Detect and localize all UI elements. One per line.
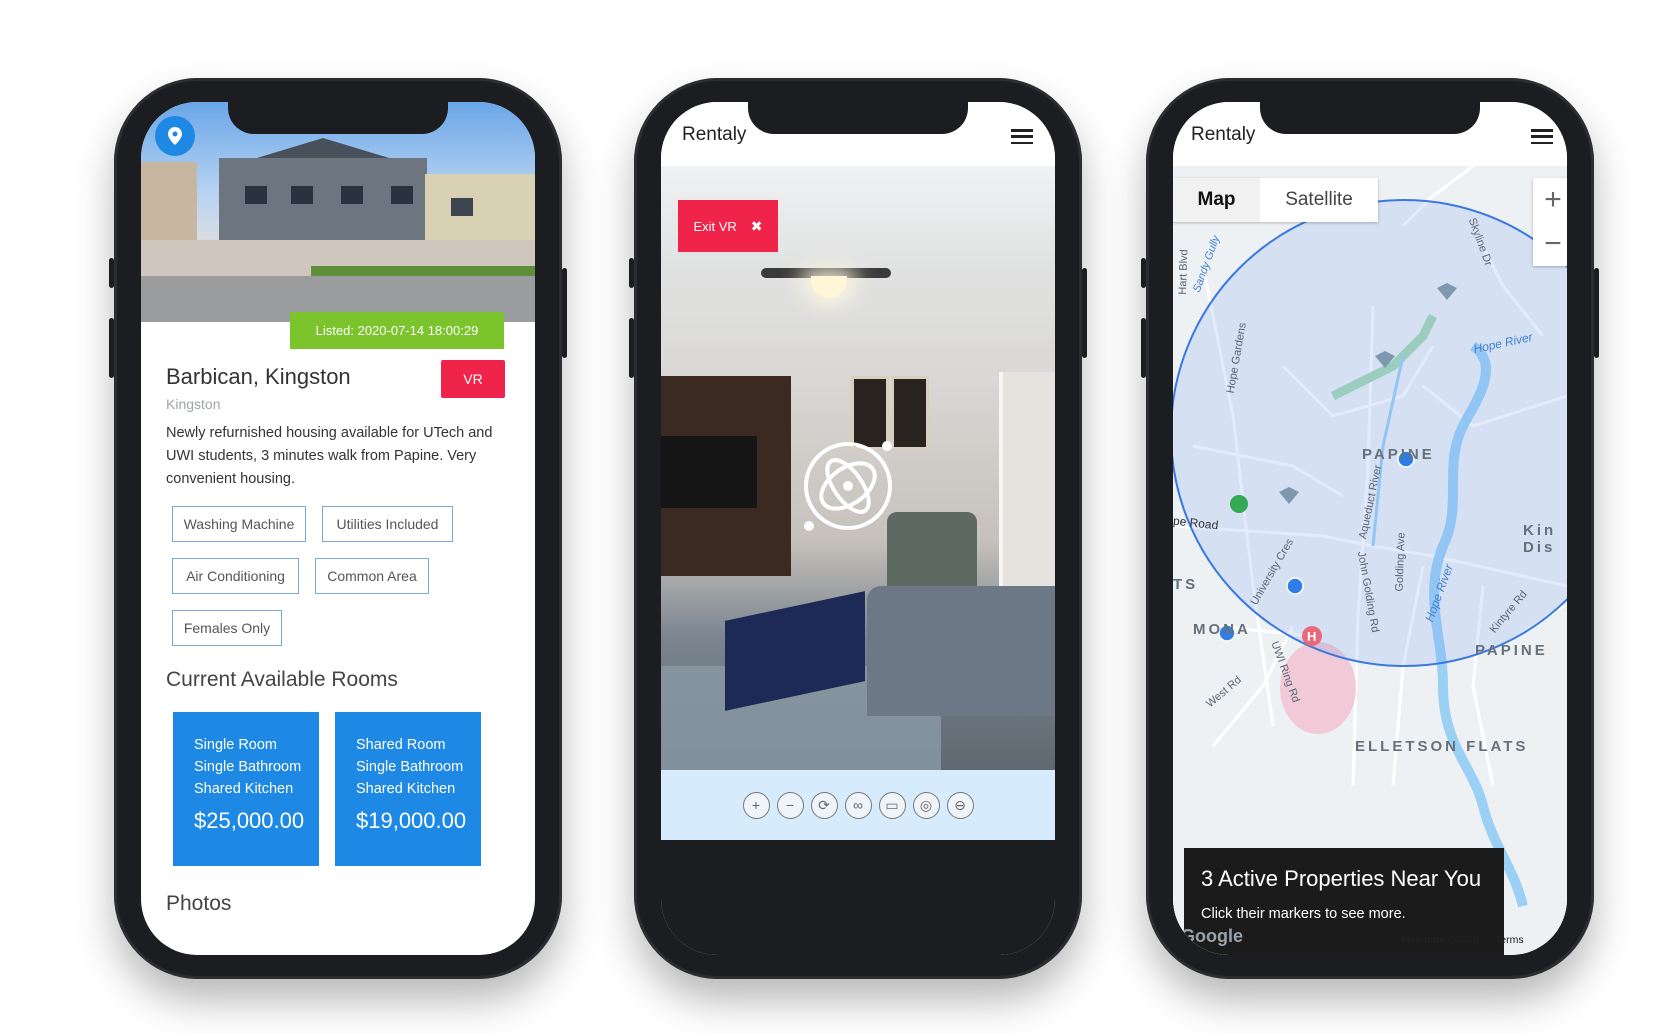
phone-notch bbox=[748, 102, 968, 134]
amenity-tag: Washing Machine bbox=[172, 506, 306, 542]
gyroscope-overlay-icon bbox=[804, 441, 892, 531]
map-tab-satellite[interactable]: Satellite bbox=[1260, 178, 1378, 222]
app-brand: Rentaly bbox=[682, 124, 747, 145]
gyroscope-icon[interactable]: ◎ bbox=[912, 791, 940, 819]
amenity-tag: Utilities Included bbox=[322, 506, 453, 542]
info-card-title: 3 Active Properties Near You bbox=[1201, 866, 1482, 891]
hamburger-menu-icon[interactable] bbox=[1531, 129, 1553, 144]
map-view[interactable]: H PAPINE PAPINE MONA ELLETSON FLATS TS K… bbox=[1173, 166, 1567, 955]
phone-notch bbox=[228, 102, 448, 134]
phone-vr: Rentaly Exit VR ✖ + − ⟳ ∞ ▭ ◎ ⊖ bbox=[629, 78, 1087, 979]
map-attribution: Google Map data ©2020 Terms bbox=[1173, 924, 1567, 955]
terms-link[interactable]: Terms bbox=[1495, 934, 1524, 946]
phone-listing: Listed: 2020-07-14 18:00:29 Barbican, Ki… bbox=[109, 78, 567, 979]
phone-notch bbox=[1260, 102, 1480, 134]
showcase-stage: Listed: 2020-07-14 18:00:29 Barbican, Ki… bbox=[0, 0, 1657, 1034]
property-location: Kingston bbox=[166, 396, 221, 412]
zoom-in-icon[interactable]: + bbox=[742, 791, 770, 819]
location-pin-button[interactable] bbox=[155, 116, 195, 156]
vr-glasses-icon[interactable]: ∞ bbox=[844, 791, 872, 819]
amenity-tag: Females Only bbox=[172, 610, 282, 646]
app-brand: Rentaly bbox=[1191, 124, 1256, 145]
rotate-icon[interactable]: ⟳ bbox=[810, 791, 838, 819]
zoom-out-button[interactable]: − bbox=[1533, 222, 1567, 266]
map-data-credit: Map data ©2020 bbox=[1401, 934, 1479, 946]
fullscreen-icon[interactable]: ▭ bbox=[878, 791, 906, 819]
vr-button[interactable]: VR bbox=[441, 360, 505, 398]
amenity-tag: Common Area bbox=[315, 558, 429, 594]
exit-vr-label: Exit VR bbox=[693, 218, 737, 234]
property-title: Barbican, Kingston bbox=[166, 364, 351, 389]
room-price: $19,000.00 bbox=[356, 808, 467, 833]
map-label-dis: Dis bbox=[1523, 539, 1556, 556]
map-label-golding-ave: Golding Ave bbox=[1393, 532, 1408, 592]
hamburger-menu-icon[interactable] bbox=[1011, 129, 1033, 144]
room-card-single[interactable]: Single Room Single Bathroom Shared Kitch… bbox=[173, 712, 319, 866]
map-tab-map[interactable]: Map bbox=[1173, 178, 1260, 222]
map-label-kin: Kin bbox=[1523, 522, 1557, 539]
property-photo bbox=[141, 102, 535, 322]
close-icon: ✖ bbox=[750, 217, 763, 234]
map-label-ts: TS bbox=[1173, 576, 1199, 593]
zoom-in-button[interactable]: + bbox=[1533, 178, 1567, 222]
zoom-out-icon[interactable]: − bbox=[776, 791, 804, 819]
exit-vr-button[interactable]: Exit VR ✖ bbox=[678, 200, 778, 252]
vr-screen: Rentaly Exit VR ✖ + − ⟳ ∞ ▭ ◎ ⊖ bbox=[661, 102, 1055, 955]
map-type-control: Map Satellite bbox=[1173, 178, 1378, 222]
amenity-tag: Air Conditioning bbox=[172, 558, 299, 594]
room-bathroom: Single Bathroom bbox=[356, 759, 464, 775]
vr-toolbar: + − ⟳ ∞ ▭ ◎ ⊖ bbox=[661, 770, 1055, 840]
empty-area bbox=[661, 840, 1055, 955]
map-label-papine-east: PAPINE bbox=[1475, 642, 1548, 659]
room-type: Single Room bbox=[194, 737, 278, 753]
map-roads: H bbox=[1173, 166, 1567, 908]
room-price: $25,000.00 bbox=[194, 808, 305, 833]
map-label-papine: PAPINE bbox=[1362, 446, 1435, 463]
listed-badge: Listed: 2020-07-14 18:00:29 bbox=[290, 312, 504, 349]
room-kitchen: Shared Kitchen bbox=[194, 781, 294, 797]
photos-heading: Photos bbox=[166, 892, 232, 915]
info-card-subtitle: Click their markers to see more. bbox=[1201, 906, 1406, 922]
map-label-elletson-flats: ELLETSON FLATS bbox=[1355, 738, 1529, 755]
google-logo: Google bbox=[1181, 926, 1243, 946]
cardboard-icon[interactable]: ⊖ bbox=[946, 791, 974, 819]
room-kitchen: Shared Kitchen bbox=[356, 781, 456, 797]
room-type: Shared Room bbox=[356, 737, 446, 753]
vr-panorama-view[interactable]: Exit VR ✖ bbox=[661, 166, 1055, 770]
map-label-hart-blvd: Hart Blvd bbox=[1176, 249, 1191, 295]
room-bathroom: Single Bathroom bbox=[194, 759, 302, 775]
zoom-control: + − bbox=[1533, 178, 1567, 266]
property-description: Newly refurnished housing available for … bbox=[166, 425, 493, 487]
svg-text:H: H bbox=[1307, 629, 1316, 644]
rooms-heading: Current Available Rooms bbox=[166, 668, 398, 691]
listing-screen: Listed: 2020-07-14 18:00:29 Barbican, Ki… bbox=[141, 102, 535, 955]
room-card-shared[interactable]: Shared Room Single Bathroom Shared Kitch… bbox=[335, 712, 481, 866]
map-label-mona: MONA bbox=[1193, 621, 1251, 638]
phone-map: Rentaly H PAPINE PAPINE MONA ELLETSON FL… bbox=[1141, 78, 1599, 979]
map-screen: Rentaly H PAPINE PAPINE MONA ELLETSON FL… bbox=[1173, 102, 1567, 955]
map-pin-icon bbox=[168, 127, 182, 145]
